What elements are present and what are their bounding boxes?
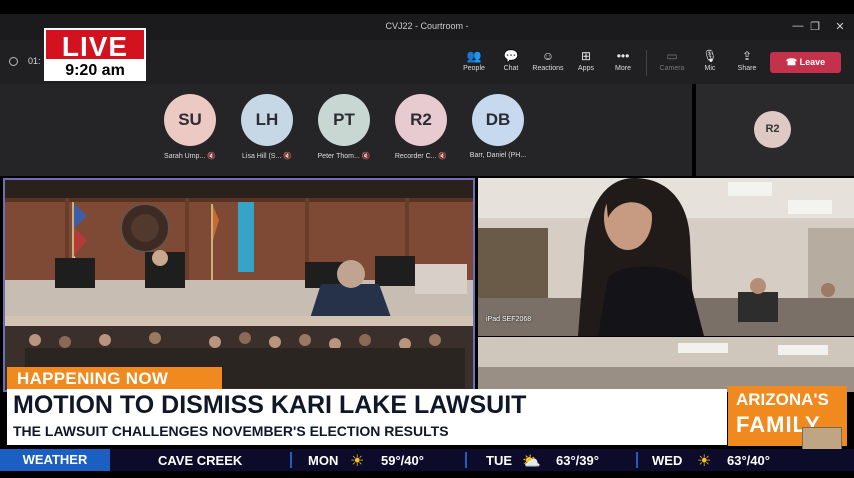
avatar: SU [164, 94, 216, 146]
gallery-video[interactable] [478, 337, 854, 392]
people-button[interactable]: 👥 People [454, 47, 494, 72]
happening-now-label: HAPPENING NOW [17, 369, 169, 388]
participant-tile[interactable]: R2 Recorder C... 🔇 [386, 94, 456, 160]
avatar: R2 [395, 94, 447, 146]
apps-label: Apps [578, 65, 594, 72]
share-label: Share [737, 65, 757, 72]
live-time: 9:20 am [44, 61, 146, 81]
mic-off-icon: 🔇 [207, 153, 216, 160]
phone-icon: ☎ [785, 57, 800, 67]
more-button[interactable]: ••• More [603, 47, 643, 72]
attorney-scene [478, 178, 854, 336]
participant-tile[interactable]: DB Barr, Daniel (PH... [463, 94, 533, 159]
attorney-video[interactable] [478, 178, 854, 336]
live-badge: LIVE [44, 28, 146, 62]
live-bug: LIVE 9:20 am [44, 28, 146, 81]
ticker-temps: 59°/40° [381, 453, 424, 468]
meeting-timer: 01: [28, 56, 41, 66]
sun-icon: ☀ [697, 453, 712, 470]
reactions-label: Reactions [532, 65, 564, 72]
video-caption: iPad SEF2068 [486, 316, 532, 323]
ticker-day: MON [308, 453, 339, 468]
leave-button[interactable]: ☎ Leave [770, 52, 841, 73]
more-label: More [615, 65, 631, 72]
ticker-divider [636, 452, 638, 468]
participant-name: Recorder C... 🔇 [394, 153, 448, 160]
ticker-divider [290, 452, 292, 468]
headline: MOTION TO DISMISS KARI LAKE LAWSUIT [13, 391, 527, 419]
shield-icon [9, 57, 18, 66]
subheadline: THE LAWSUIT CHALLENGES NOVEMBER'S ELECTI… [13, 423, 449, 439]
maximize-icon[interactable]: ❐ [807, 20, 823, 33]
sun-icon: ☀ [350, 453, 365, 470]
live-label: LIVE [61, 31, 129, 62]
camera-off-icon: ▭ [666, 49, 678, 63]
mic-off-icon: 🔇 [361, 153, 371, 160]
share-icon: ⇪ [741, 49, 753, 63]
mic-off-icon: 🔇 [438, 153, 448, 160]
mic-off-icon: 🔇 [283, 153, 292, 160]
headline-box: MOTION TO DISMISS KARI LAKE LAWSUIT THE … [7, 389, 727, 445]
leave-label: Leave [799, 57, 826, 67]
avatar: R2 [754, 111, 791, 148]
avatar: DB [472, 94, 524, 146]
participant-tile[interactable]: SU Sarah Ump... 🔇 [155, 94, 225, 160]
reactions-button[interactable]: ☺ Reactions [528, 47, 568, 72]
happening-now-tag: HAPPENING NOW [7, 367, 222, 389]
courtroom-video[interactable] [3, 178, 475, 392]
apps-icon: ⊞ [580, 49, 592, 63]
ticker-divider [465, 452, 467, 468]
participant-name: Sarah Ump... 🔇 [164, 153, 216, 160]
reactions-icon: ☺ [541, 49, 555, 63]
ticker-section-label: WEATHER [0, 449, 110, 471]
camera-button[interactable]: ▭ Camera [652, 47, 692, 72]
apps-button[interactable]: ⊞ Apps [566, 47, 606, 72]
more-icon: ••• [616, 49, 630, 63]
participant-name: Lisa Hill (S... 🔇 [242, 153, 292, 160]
ticker-temps: 63°/39° [556, 453, 599, 468]
mic-button[interactable]: 🎙 Mic [690, 47, 730, 72]
participant-name: Peter Thom... 🔇 [317, 153, 371, 160]
avatar: PT [318, 94, 370, 146]
partly-cloudy-icon: ⛅ [522, 453, 541, 470]
participant-tile[interactable]: LH Lisa Hill (S... 🔇 [232, 94, 302, 160]
courtroom-scene [5, 180, 473, 390]
participants-strip: SU Sarah Ump... 🔇 LH Lisa Hill (S... 🔇 P… [0, 84, 692, 176]
chat-button[interactable]: 💬 Chat [491, 47, 531, 72]
close-icon[interactable]: ✕ [832, 20, 848, 33]
toolbar-divider [646, 50, 647, 76]
mic-off-icon: 🎙 [702, 49, 718, 63]
ticker-day: WED [652, 453, 683, 468]
minimize-icon[interactable]: — [790, 20, 806, 32]
mic-label: Mic [704, 65, 716, 72]
chat-label: Chat [503, 65, 519, 72]
logo-line1: ARIZONA'S [736, 390, 829, 409]
weather-ticker: WEATHER CAVE CREEK MON ☀ 59°/40° TUE ⛅ 6… [0, 449, 854, 471]
gallery-scene [478, 337, 854, 392]
chat-icon: 💬 [503, 49, 519, 63]
people-label: People [463, 65, 485, 72]
share-button[interactable]: ⇪ Share [727, 47, 767, 72]
ticker-day: TUE [486, 453, 512, 468]
camera-label: Camera [659, 65, 685, 72]
participant-tile[interactable]: PT Peter Thom... 🔇 [309, 94, 379, 160]
ticker-temps: 63°/40° [727, 453, 770, 468]
avatar: LH [241, 94, 293, 146]
people-icon: 👥 [466, 49, 482, 63]
ticker-location: CAVE CREEK [158, 453, 243, 468]
participant-name: Barr, Daniel (PH... [469, 152, 527, 159]
